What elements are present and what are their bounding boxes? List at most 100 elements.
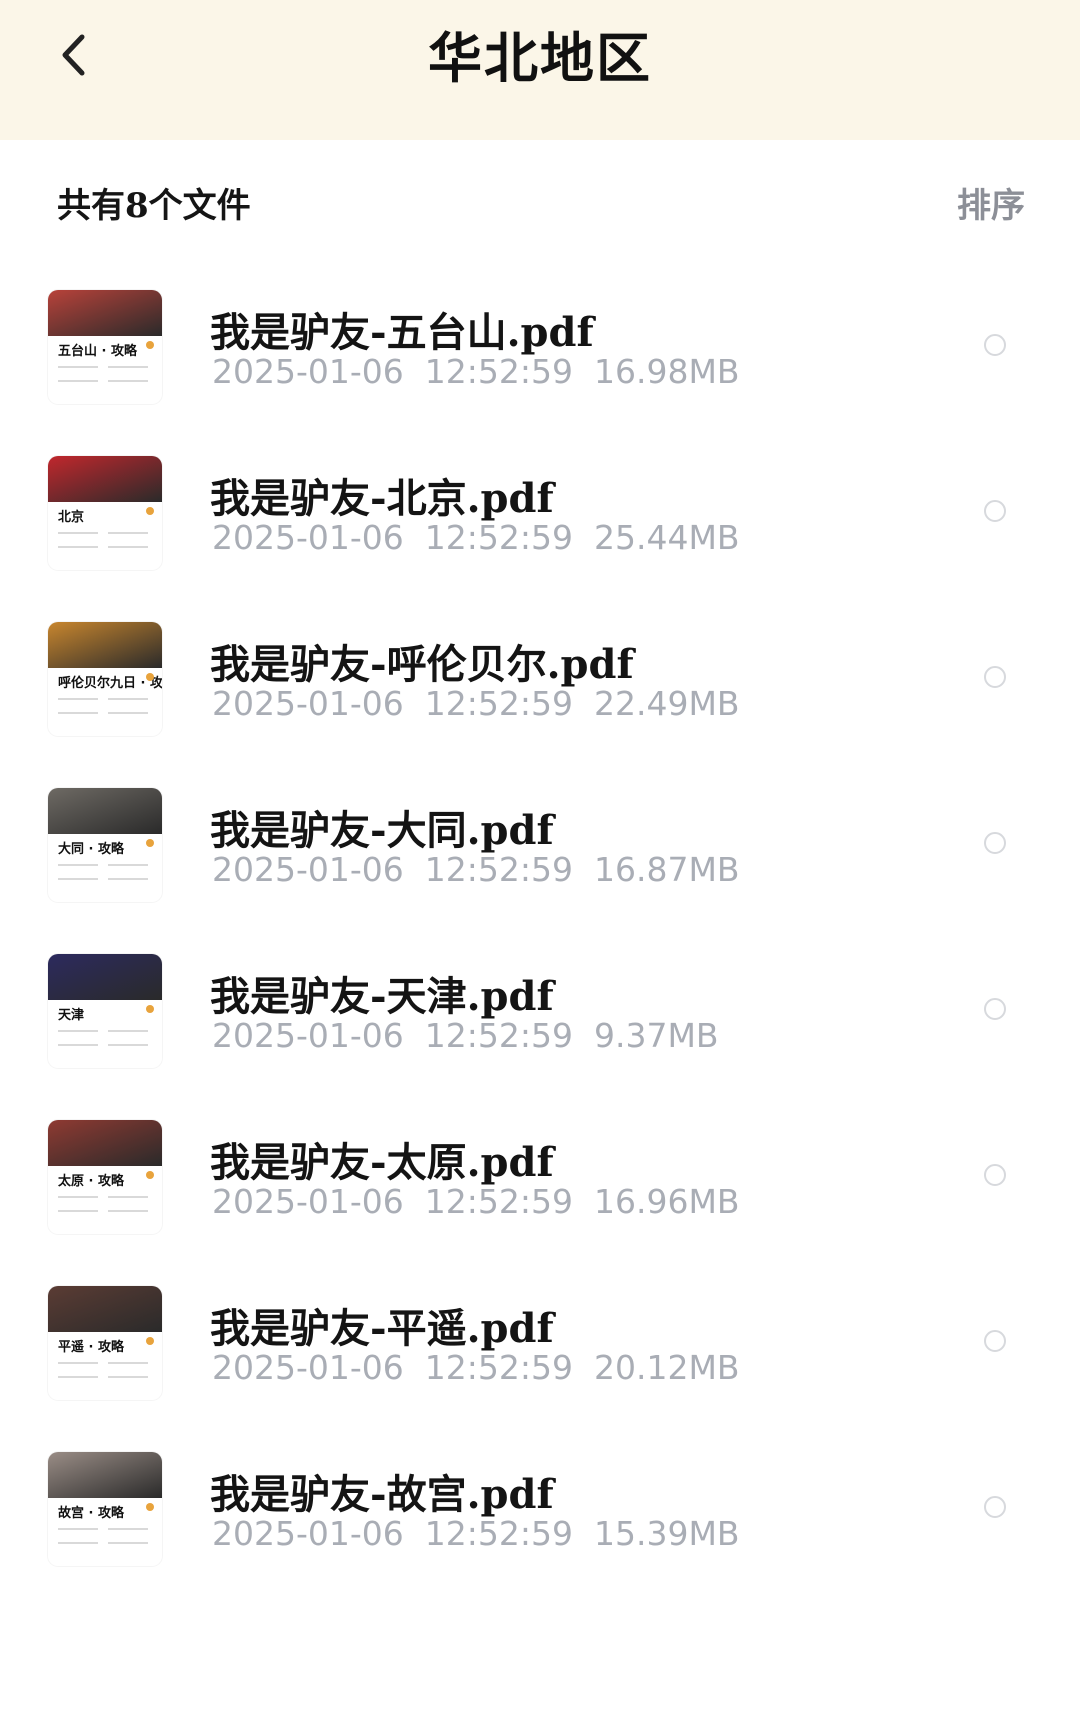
thumbnail-card: 太原 · 攻略: [48, 1166, 162, 1234]
thumbnail-text-line: [108, 1210, 148, 1212]
select-radio[interactable]: [984, 666, 1006, 688]
thumbnail-text-line: [108, 878, 148, 880]
file-date: 2025-01-06: [212, 684, 404, 723]
thumbnail-card: 天津: [48, 1000, 162, 1068]
file-meta: 2025-01-06 12:52:59 16.87MB: [212, 850, 740, 889]
file-name: 我是驴友-大同.pdf: [210, 807, 554, 854]
file-size: 25.44MB: [593, 518, 740, 557]
file-time: 12:52:59: [424, 1514, 573, 1553]
thumbnail-text-line: [108, 864, 148, 866]
file-time: 12:52:59: [424, 518, 573, 557]
file-name: 我是驴友-平遥.pdf: [210, 1305, 554, 1352]
file-size: 16.87MB: [593, 850, 740, 889]
file-list-item[interactable]: 呼伦贝尔九日 · 攻略 我是驴友-呼伦贝尔.pdf2025-01-06 12:52…: [0, 622, 1080, 788]
thumbnail-card: 平遥 · 攻略: [48, 1332, 162, 1400]
thumbnail-cover-image: [48, 788, 162, 834]
select-radio[interactable]: [984, 1330, 1006, 1352]
thumbnail-card: 五台山 · 攻略: [48, 336, 162, 404]
file-thumbnail: 天津: [48, 954, 162, 1068]
file-meta: 2025-01-06 12:52:59 20.12MB: [212, 1348, 740, 1387]
thumbnail-cover-image: [48, 1452, 162, 1498]
thumbnail-text-line: [58, 546, 98, 548]
thumbnail-text-line: [58, 1044, 98, 1046]
file-name: 我是驴友-五台山.pdf: [210, 309, 594, 356]
thumbnail-text-line: [108, 1030, 148, 1032]
file-list-item[interactable]: 五台山 · 攻略 我是驴友-五台山.pdf 2025-01-06 12:52:59 …: [0, 290, 1080, 456]
file-size: 16.96MB: [593, 1182, 740, 1221]
file-size: 22.49MB: [593, 684, 740, 723]
file-size: 9.37MB: [593, 1016, 719, 1055]
summary-row: 共有8个文件 排序: [0, 140, 1080, 270]
select-radio[interactable]: [984, 500, 1006, 522]
thumbnail-text-line: [108, 1196, 148, 1198]
thumbnail-card: 大同 · 攻略: [48, 834, 162, 902]
thumbnail-text-line: [108, 1528, 148, 1530]
thumbnail-text-line: [108, 366, 148, 368]
thumbnail-cover-image: [48, 456, 162, 502]
thumbnail-dot-icon: [146, 1337, 154, 1345]
file-time: 12:52:59: [424, 1182, 573, 1221]
thumbnail-cover-image: [48, 954, 162, 1000]
file-size: 15.39MB: [593, 1514, 740, 1553]
thumbnail-text-line: [108, 698, 148, 700]
file-thumbnail: 五台山 · 攻略: [48, 290, 162, 404]
thumbnail-text-line: [58, 698, 98, 700]
file-meta: 2025-01-06 12:52:59 16.96MB: [212, 1182, 740, 1221]
thumbnail-card: 故宫 · 攻略: [48, 1498, 162, 1566]
thumbnail-card: 北京: [48, 502, 162, 570]
file-thumbnail: 太原 · 攻略: [48, 1120, 162, 1234]
file-time: 12:52:59: [424, 352, 573, 391]
file-thumbnail: 平遥 · 攻略: [48, 1286, 162, 1400]
file-time: 12:52:59: [424, 1016, 573, 1055]
file-date: 2025-01-06: [212, 1016, 404, 1055]
chevron-left-icon: [62, 34, 85, 76]
back-button[interactable]: [48, 30, 98, 80]
select-radio[interactable]: [984, 998, 1006, 1020]
file-list-item[interactable]: 北京 我是驴友-北京.pdf 2025-01-06 12:52:59 25.44MB: [0, 456, 1080, 622]
thumbnail-dot-icon: [146, 1171, 154, 1179]
thumbnail-title: 五台山 · 攻略: [58, 344, 137, 359]
file-thumbnail: 呼伦贝尔九日 · 攻略: [48, 622, 162, 736]
thumbnail-card: 呼伦贝尔九日 · 攻略: [48, 668, 162, 736]
thumbnail-text-line: [58, 366, 98, 368]
file-date: 2025-01-06: [212, 850, 404, 889]
file-name: 我是驴友-天津.pdf: [210, 973, 554, 1020]
thumbnail-text-line: [58, 712, 98, 714]
file-count-label: 共有8个文件: [57, 186, 251, 226]
thumbnail-cover-image: [48, 290, 162, 336]
file-size: 16.98MB: [593, 352, 740, 391]
file-meta: 2025-01-06 12:52:59 9.37MB: [212, 1016, 719, 1055]
thumbnail-text-line: [108, 546, 148, 548]
thumbnail-text-line: [58, 1542, 98, 1544]
file-list-item[interactable]: 太原 · 攻略 我是驴友-太原.pdf 2025-01-06 12:52:59 16…: [0, 1120, 1080, 1286]
thumbnail-title: 故宫 · 攻略: [58, 1506, 124, 1521]
file-list-item[interactable]: 平遥 · 攻略 我是驴友-平遥.pdf 2025-01-06 12:52:59 20…: [0, 1286, 1080, 1452]
file-list-item[interactable]: 大同 · 攻略 我是驴友-大同.pdf 2025-01-06 12:52:59 16…: [0, 788, 1080, 954]
thumbnail-text-line: [108, 1362, 148, 1364]
thumbnail-dot-icon: [146, 1005, 154, 1013]
thumbnail-dot-icon: [146, 673, 154, 681]
thumbnail-text-line: [58, 1030, 98, 1032]
file-time: 12:52:59: [424, 850, 573, 889]
select-radio[interactable]: [984, 832, 1006, 854]
file-date: 2025-01-06: [212, 1514, 404, 1553]
file-list: 五台山 · 攻略 我是驴友-五台山.pdf 2025-01-06 12:52:59 …: [0, 290, 1080, 1618]
thumbnail-text-line: [58, 1376, 98, 1378]
thumbnail-text-line: [108, 1376, 148, 1378]
file-list-item[interactable]: 故宫 · 攻略 我是驴友-故宫.pdf 2025-01-06 12:52:59 15…: [0, 1452, 1080, 1618]
thumbnail-text-line: [108, 532, 148, 534]
select-radio[interactable]: [984, 1164, 1006, 1186]
thumbnail-text-line: [58, 532, 98, 534]
thumbnail-text-line: [108, 712, 148, 714]
thumbnail-dot-icon: [146, 839, 154, 847]
file-size: 20.12MB: [593, 1348, 740, 1387]
file-list-item[interactable]: 天津 我是驴友-天津.pdf 2025-01-06 12:52:59 9.37MB: [0, 954, 1080, 1120]
file-thumbnail: 故宫 · 攻略: [48, 1452, 162, 1566]
thumbnail-text-line: [58, 878, 98, 880]
file-thumbnail: 大同 · 攻略: [48, 788, 162, 902]
thumbnail-text-line: [58, 1196, 98, 1198]
select-radio[interactable]: [984, 334, 1006, 356]
sort-button[interactable]: 排序: [957, 178, 1025, 227]
file-name: 我是驴友-太原.pdf: [210, 1139, 554, 1186]
select-radio[interactable]: [984, 1496, 1006, 1518]
